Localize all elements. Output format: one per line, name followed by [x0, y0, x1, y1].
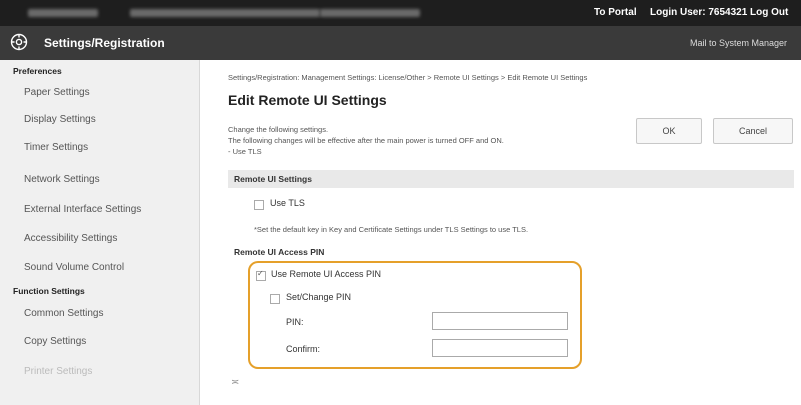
sidebar-item-external-interface-settings[interactable]: External Interface Settings [0, 204, 141, 215]
sidebar-item-accessibility-settings[interactable]: Accessibility Settings [0, 233, 117, 244]
sidebar-item-common-settings[interactable]: Common Settings [0, 308, 103, 319]
mail-to-system-manager-link[interactable]: Mail to System Manager [690, 38, 787, 48]
remote-ui-access-pin-header: Remote UI Access PIN [234, 247, 325, 257]
breadcrumb: Settings/Registration: Management Settin… [228, 73, 588, 82]
sidebar: Preferences Paper Settings Display Setti… [0, 60, 200, 405]
set-change-pin-checkbox[interactable] [270, 294, 280, 304]
sidebar-item-network-settings[interactable]: Network Settings [0, 174, 100, 185]
app-title: Settings/Registration [44, 36, 165, 50]
page-title: Edit Remote UI Settings [228, 92, 387, 108]
intro-line-1: Change the following settings. [228, 125, 329, 134]
tls-note: *Set the default key in Key and Certific… [254, 225, 529, 234]
set-change-pin-label: Set/Change PIN [286, 292, 352, 302]
ok-button[interactable]: OK [636, 118, 702, 144]
sidebar-heading-preferences: Preferences [13, 66, 62, 76]
sidebar-item-sound-volume-control[interactable]: Sound Volume Control [0, 262, 124, 273]
use-tls-label: Use TLS [270, 198, 305, 208]
footer-glyph: ≍ [231, 377, 240, 388]
to-portal-link[interactable]: To Portal [594, 7, 637, 18]
blurred-url-segment [28, 9, 98, 17]
use-remote-ui-access-pin-checkbox[interactable] [256, 269, 266, 281]
top-bar: To Portal Login User: 7654321 Log Out [0, 0, 801, 26]
pin-input[interactable] [432, 312, 568, 330]
login-user-status[interactable]: Login User: 7654321 Log Out [650, 7, 788, 18]
settings-gear-icon [10, 33, 28, 51]
sidebar-item-copy-settings[interactable]: Copy Settings [0, 336, 86, 347]
sidebar-item-printer-settings[interactable]: Printer Settings [0, 366, 92, 377]
intro-line-2: The following changes will be effective … [228, 136, 504, 145]
intro-line-3: - Use TLS [228, 147, 262, 156]
sidebar-heading-function-settings: Function Settings [13, 286, 85, 296]
sidebar-item-paper-settings[interactable]: Paper Settings [0, 87, 90, 98]
confirm-pin-input[interactable] [432, 339, 568, 357]
title-bar: Settings/Registration Mail to System Man… [0, 26, 801, 60]
use-remote-ui-access-pin-label: Use Remote UI Access PIN [271, 269, 382, 279]
main-content: Settings/Registration: Management Settin… [200, 60, 801, 405]
confirm-label: Confirm: [286, 344, 321, 354]
remote-ui-settings-header: Remote UI Settings [228, 170, 794, 188]
cancel-button[interactable]: Cancel [713, 118, 793, 144]
pin-label: PIN: [286, 317, 304, 327]
blurred-url-segment [320, 9, 420, 17]
sidebar-item-display-settings[interactable]: Display Settings [0, 114, 96, 125]
sidebar-item-timer-settings[interactable]: Timer Settings [0, 142, 88, 153]
blurred-url-segment [130, 9, 320, 17]
use-tls-checkbox[interactable] [254, 200, 264, 210]
